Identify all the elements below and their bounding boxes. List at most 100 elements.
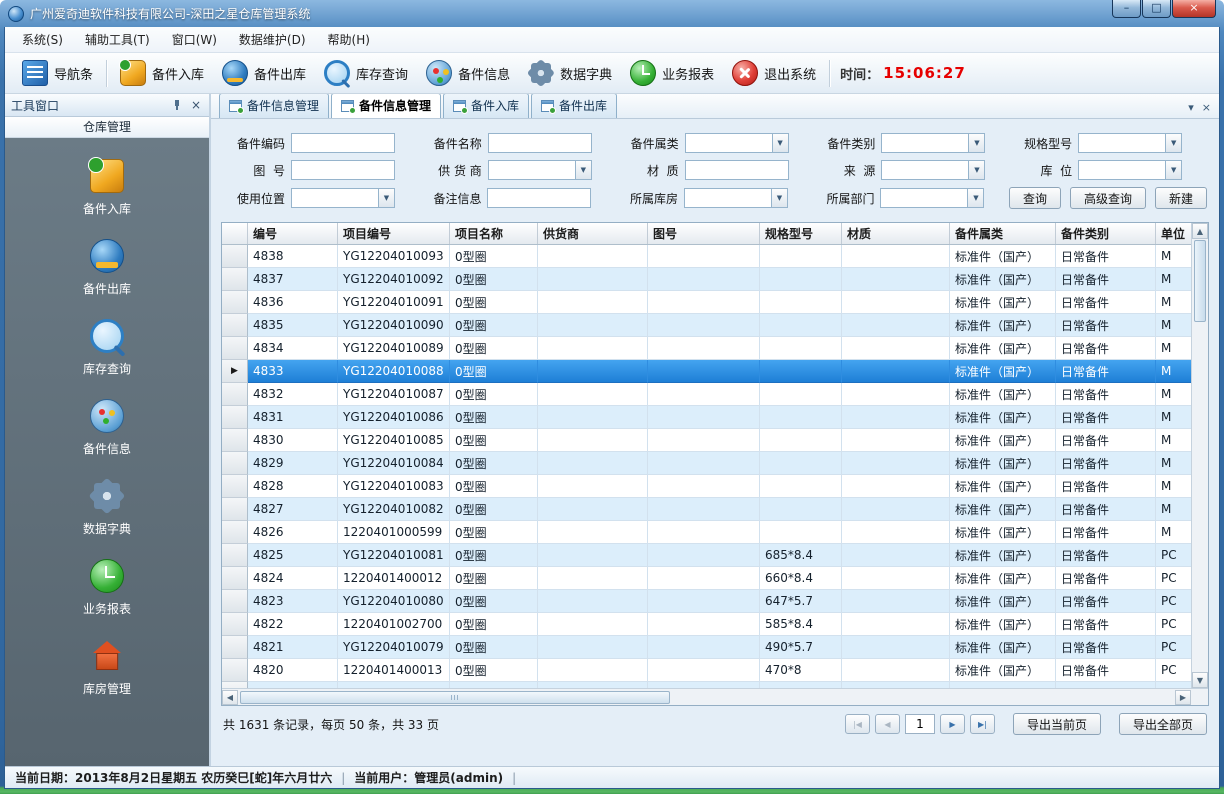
- grid-cell[interactable]: [538, 360, 648, 383]
- close-icon[interactable]: ×: [1172, 0, 1216, 18]
- tab-2[interactable]: 备件入库: [443, 94, 529, 118]
- grid-cell[interactable]: 日常备件: [1056, 291, 1156, 314]
- grid-cell[interactable]: [842, 360, 950, 383]
- grid-cell[interactable]: 4835: [248, 314, 338, 337]
- chevron-down-icon[interactable]: ▼: [771, 189, 787, 207]
- grid-cell[interactable]: 标准件（国产）: [950, 291, 1056, 314]
- grid-cell[interactable]: 4823: [248, 590, 338, 613]
- grid-cell[interactable]: [648, 475, 760, 498]
- grid-cell[interactable]: 0型圈: [450, 567, 538, 590]
- search-select[interactable]: ▼: [488, 160, 592, 180]
- grid-cell[interactable]: 660*8.4: [760, 567, 842, 590]
- search-select[interactable]: ▼: [1078, 160, 1182, 180]
- grid-cell[interactable]: [648, 452, 760, 475]
- toolbar-button-nav[interactable]: 导航条: [13, 57, 102, 89]
- grid-cell[interactable]: YG12204010093: [338, 245, 450, 268]
- grid-cell[interactable]: [760, 268, 842, 291]
- grid-cell[interactable]: 标准件（国产）: [950, 590, 1056, 613]
- page-number-input[interactable]: [905, 714, 935, 734]
- grid-cell[interactable]: M: [1156, 452, 1191, 475]
- grid-cell[interactable]: [648, 521, 760, 544]
- tab-3[interactable]: 备件出库: [531, 94, 617, 118]
- table-row[interactable]: 482412204014000120型圈660*8.4标准件（国产）日常备件PC: [222, 567, 1191, 590]
- menu-item[interactable]: 辅助工具(T): [74, 27, 161, 52]
- grid-cell[interactable]: M: [1156, 337, 1191, 360]
- grid-cell[interactable]: [842, 314, 950, 337]
- chevron-down-icon[interactable]: ▼: [967, 189, 983, 207]
- grid-cell[interactable]: 0型圈: [450, 429, 538, 452]
- search-text-input[interactable]: [292, 134, 394, 152]
- search-select[interactable]: ▼: [685, 133, 789, 153]
- grid-cell[interactable]: 0型圈: [450, 636, 538, 659]
- table-row[interactable]: 4823YG122040100800型圈647*5.7标准件（国产）日常备件PC: [222, 590, 1191, 613]
- grid-cell[interactable]: 4825: [248, 544, 338, 567]
- grid-cell[interactable]: 4830: [248, 429, 338, 452]
- grid-cell[interactable]: 1220401000599: [338, 521, 450, 544]
- grid-cell[interactable]: [538, 544, 648, 567]
- grid-cell[interactable]: [648, 544, 760, 567]
- sidebar-item-info[interactable]: 备件信息: [5, 388, 209, 468]
- grid-cell[interactable]: YG12204010088: [338, 360, 450, 383]
- sidebar-item-in[interactable]: 备件入库: [5, 148, 209, 228]
- column-header[interactable]: 材质: [842, 223, 950, 244]
- grid-cell[interactable]: [648, 268, 760, 291]
- scroll-up-icon[interactable]: ▲: [1192, 223, 1208, 239]
- grid-cell[interactable]: YG12204010083: [338, 475, 450, 498]
- grid-cell[interactable]: 4833: [248, 360, 338, 383]
- toolbar-button-out[interactable]: 备件出库: [213, 57, 315, 89]
- grid-cell[interactable]: 标准件（国产）: [950, 383, 1056, 406]
- grid-cell[interactable]: 标准件（国产）: [950, 429, 1056, 452]
- grid-cell[interactable]: [842, 636, 950, 659]
- toolbar-button-report[interactable]: 业务报表: [621, 57, 723, 89]
- scroll-down-icon[interactable]: ▼: [1192, 672, 1208, 688]
- grid-cell[interactable]: 0型圈: [450, 291, 538, 314]
- grid-cell[interactable]: 0型圈: [450, 314, 538, 337]
- grid-cell[interactable]: 标准件（国产）: [950, 475, 1056, 498]
- vscroll-track[interactable]: [1192, 323, 1208, 672]
- grid-cell[interactable]: M: [1156, 360, 1191, 383]
- grid-cell[interactable]: [760, 337, 842, 360]
- next-page-button[interactable]: ▶: [940, 714, 965, 734]
- export-current-page-button[interactable]: 导出当前页: [1013, 713, 1101, 735]
- grid-cell[interactable]: 4831: [248, 406, 338, 429]
- grid-cell[interactable]: [538, 337, 648, 360]
- pin-icon[interactable]: [171, 99, 183, 111]
- grid-cell[interactable]: 0型圈: [450, 659, 538, 682]
- grid-cell[interactable]: 0型圈: [450, 613, 538, 636]
- grid-cell[interactable]: 日常备件: [1056, 314, 1156, 337]
- grid-cell[interactable]: [760, 314, 842, 337]
- vertical-scrollbar[interactable]: ▲ ▼: [1191, 223, 1208, 688]
- search-text-input[interactable]: [292, 161, 394, 179]
- grid-cell[interactable]: [538, 314, 648, 337]
- maximize-icon[interactable]: □: [1142, 0, 1171, 18]
- grid-cell[interactable]: 日常备件: [1056, 521, 1156, 544]
- table-row[interactable]: 482212204010027000型圈585*8.4标准件（国产）日常备件PC: [222, 613, 1191, 636]
- grid-cell[interactable]: PC: [1156, 613, 1191, 636]
- grid-cell[interactable]: 日常备件: [1056, 429, 1156, 452]
- scroll-left-icon[interactable]: ◀: [222, 690, 238, 705]
- grid-cell[interactable]: 647*5.7: [760, 590, 842, 613]
- grid-cell[interactable]: 日常备件: [1056, 245, 1156, 268]
- sidebar-item-dict[interactable]: 数据字典: [5, 468, 209, 548]
- grid-cell[interactable]: [538, 429, 648, 452]
- table-row[interactable]: 4831YG122040100860型圈标准件（国产）日常备件M: [222, 406, 1191, 429]
- grid-cell[interactable]: 日常备件: [1056, 268, 1156, 291]
- grid-cell[interactable]: [842, 567, 950, 590]
- search-text-input[interactable]: [686, 161, 788, 179]
- search-select[interactable]: ▼: [880, 188, 984, 208]
- search-text-input[interactable]: [489, 134, 591, 152]
- grid-cell[interactable]: 日常备件: [1056, 659, 1156, 682]
- grid-cell[interactable]: 日常备件: [1056, 544, 1156, 567]
- grid-cell[interactable]: 日常备件: [1056, 613, 1156, 636]
- grid-cell[interactable]: [648, 590, 760, 613]
- table-row[interactable]: 4830YG122040100850型圈标准件（国产）日常备件M: [222, 429, 1191, 452]
- grid-cell[interactable]: [648, 383, 760, 406]
- grid-cell[interactable]: [648, 636, 760, 659]
- grid-cell[interactable]: 0型圈: [450, 337, 538, 360]
- column-header[interactable]: 图号: [648, 223, 760, 244]
- grid-cell[interactable]: [842, 475, 950, 498]
- chevron-down-icon[interactable]: ▼: [575, 161, 591, 179]
- search-select[interactable]: ▼: [1078, 133, 1182, 153]
- grid-cell[interactable]: [842, 383, 950, 406]
- grid-cell[interactable]: YG12204010087: [338, 383, 450, 406]
